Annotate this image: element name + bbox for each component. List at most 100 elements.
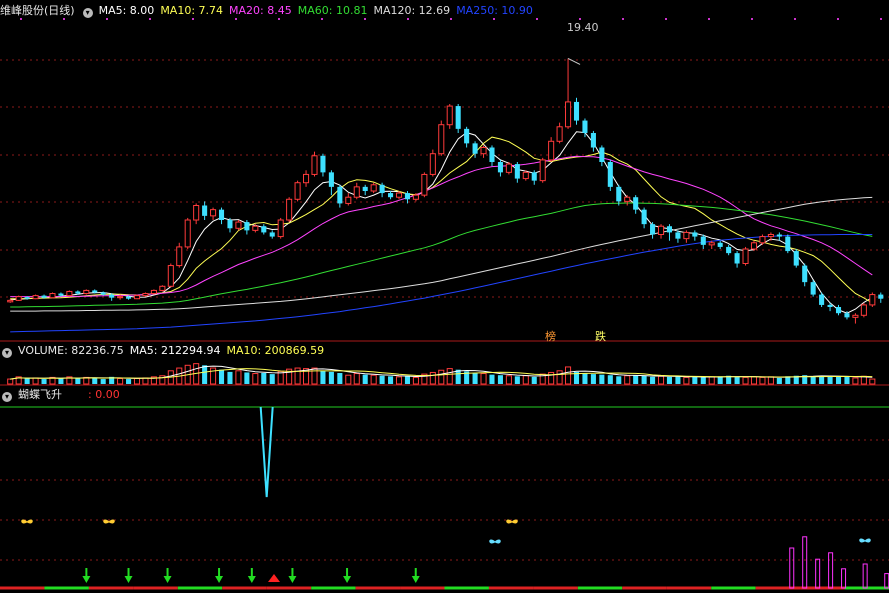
volume-bar-down <box>633 375 639 384</box>
volume-bar-up <box>742 376 749 385</box>
candle-body-up <box>522 171 529 180</box>
volume-bar-up <box>480 373 487 385</box>
volume-bar-up <box>395 376 403 385</box>
candle-body-up <box>505 163 512 173</box>
candle-body-down <box>92 290 98 293</box>
candle-body-down <box>489 147 495 162</box>
candle-body-up <box>708 242 715 246</box>
candle-body-up <box>311 155 318 175</box>
volume-bar-down <box>388 376 394 384</box>
indicator-magenta-bar <box>841 568 847 589</box>
candle-body-down <box>75 291 81 294</box>
indicator-header: ▾ 蝴蝶飞升: 0.00 <box>0 387 126 403</box>
ma250-label: MA250: 10.90 <box>456 4 533 17</box>
volume-bar-up <box>708 376 715 385</box>
volume-bar-up <box>750 376 758 385</box>
volume-bar-up <box>767 376 774 385</box>
candle-body-up <box>759 236 766 244</box>
volume-bar-down <box>24 378 30 384</box>
candle-body-down <box>582 120 588 133</box>
candle-body-down <box>261 226 267 233</box>
candle-body-up <box>32 295 39 300</box>
candle-body-up <box>860 304 867 316</box>
candle-body-down <box>573 101 580 121</box>
volume-bar-down <box>810 376 816 384</box>
volume-bar-down <box>666 376 673 384</box>
volume-bar-down <box>827 376 833 384</box>
volume-bar-down <box>582 373 588 384</box>
marker-dot <box>880 18 882 20</box>
candle-body-down <box>650 224 656 235</box>
volume-bar-up <box>235 370 242 385</box>
volume-bar-down <box>202 365 208 384</box>
candle-body-down <box>785 236 791 252</box>
volume-bar-up <box>133 378 141 385</box>
indicator-spike <box>259 406 274 498</box>
green-down-arrow-icon <box>288 568 297 583</box>
volume-bar-down <box>379 375 385 384</box>
volume-bar-up <box>252 373 259 385</box>
candle-body-up <box>7 299 14 303</box>
volume-bar-up <box>370 374 377 385</box>
volume-bar-down <box>362 374 368 384</box>
candle-body-down <box>455 106 461 129</box>
butterfly-icon <box>21 519 33 524</box>
volume-header: ▾ VOLUME: 82236.75 MA5: 212294.94 MA10: 200… <box>0 343 330 359</box>
candle-body-up <box>548 140 555 161</box>
volume-bar-up <box>32 377 39 385</box>
candle-body-down <box>726 246 732 254</box>
volume-bar-down <box>126 379 132 384</box>
candle-body-down <box>878 294 884 299</box>
candle-body-up <box>395 192 403 198</box>
candle-body-down <box>514 164 520 179</box>
green-down-arrow-icon <box>82 568 91 583</box>
candle-body-down <box>675 232 681 239</box>
volume-bar-up <box>345 374 352 385</box>
candle-body-down <box>388 193 394 198</box>
candle-body-down <box>109 294 115 298</box>
green-down-arrow-icon <box>247 568 256 583</box>
chevron-down-icon[interactable]: ▾ <box>82 8 93 18</box>
green-down-arrow-icon <box>124 568 133 583</box>
volume-bar-up <box>522 375 529 385</box>
green-down-arrow-icon <box>215 568 224 583</box>
candle-body-up <box>742 248 749 264</box>
volume-bar-down <box>641 375 647 384</box>
chevron-down-icon[interactable]: ▾ <box>2 348 12 358</box>
ma10-label: MA10: 7.74 <box>160 4 224 17</box>
candle-body-up <box>353 186 360 198</box>
volume-bar-up <box>759 376 766 385</box>
volume-bar-down <box>616 376 622 384</box>
candle-body-up <box>117 296 124 299</box>
volume-bar-down <box>92 377 98 384</box>
candle-body-down <box>641 209 647 225</box>
chart-canvas[interactable] <box>0 0 889 593</box>
marker-dot <box>665 18 667 20</box>
candle-body-down <box>24 297 30 299</box>
candle-body-down <box>337 186 343 204</box>
indicator-magenta-bar <box>789 547 795 589</box>
candle-body-up <box>277 219 284 238</box>
candle-body-up <box>565 101 572 128</box>
volume-bar-up <box>142 377 149 385</box>
stock-name[interactable]: 维峰股份(日线) <box>0 4 75 17</box>
candle-body-down <box>464 128 470 144</box>
candle-body-up <box>176 246 183 267</box>
volume-bar-down <box>607 375 613 384</box>
marker-dot <box>837 18 839 20</box>
volume-bar-up <box>565 366 572 385</box>
volume-bar-up <box>657 375 665 385</box>
candle-body-down <box>218 209 225 220</box>
chevron-down-icon[interactable]: ▾ <box>2 392 12 402</box>
indicator-magenta-bar <box>815 558 821 589</box>
candle-body-down <box>692 232 698 237</box>
volume-bar-up <box>624 375 631 385</box>
candle-body-up <box>142 293 149 297</box>
marker-dot <box>579 18 581 20</box>
volume-bar-down <box>244 372 250 384</box>
volume-bar-down <box>41 379 47 384</box>
candle-body-up <box>167 265 174 287</box>
candle-body-up <box>235 221 242 229</box>
volume-bar-down <box>328 371 334 384</box>
candle-body-up <box>345 196 352 204</box>
